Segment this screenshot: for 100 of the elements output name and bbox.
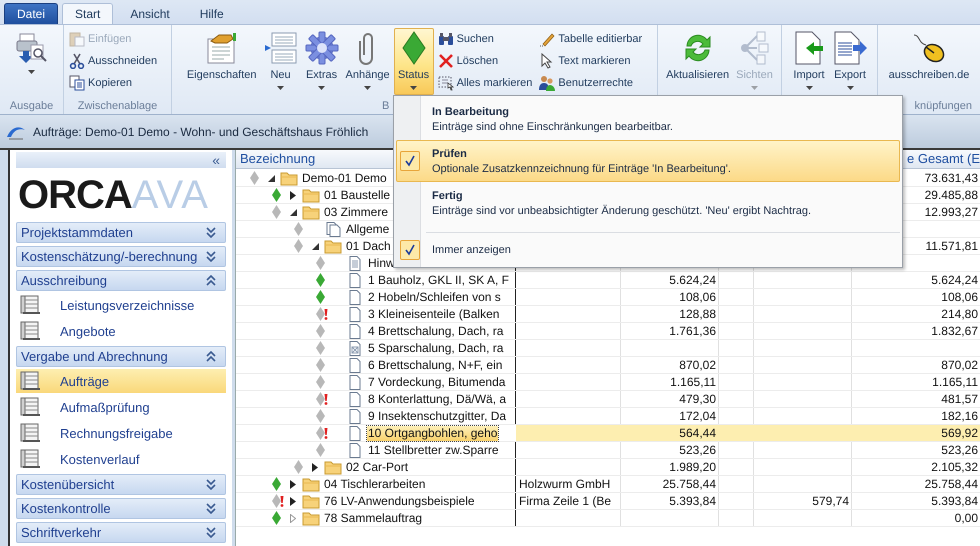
navigation-item[interactable]: Leistungsverzeichnisse xyxy=(16,293,226,317)
table-row[interactable]: 10 Ortgangbohlen, geho 564,44 569,92 xyxy=(236,425,980,442)
print-preview-icon xyxy=(14,31,48,65)
expanded-arrow-icon[interactable] xyxy=(312,242,318,250)
option-title: Prüfen xyxy=(432,148,468,160)
table-row[interactable]: 1 Bauholz, GKL II, SK A, F 5.624,24 5.624,24 xyxy=(236,272,980,289)
collapse-icon[interactable] xyxy=(206,275,216,286)
section-header[interactable]: Kostenkontrolle xyxy=(16,498,226,519)
ribbon-tab[interactable]: Ansicht xyxy=(117,3,183,24)
table-cell: 1.761,36 xyxy=(669,324,716,338)
navigation-item[interactable]: Kostenverlauf xyxy=(16,447,226,471)
ribbon-button[interactable]: Aktualisieren xyxy=(663,28,732,95)
file-tab[interactable]: Datei xyxy=(4,3,58,24)
navigation-item[interactable]: Aufträge xyxy=(16,369,226,393)
item-label: Kostenverlauf xyxy=(60,452,140,466)
navigation-item[interactable]: Aufmaßprüfung xyxy=(16,395,226,419)
empty-arrow-icon[interactable] xyxy=(290,514,296,522)
expand-icon[interactable] xyxy=(206,503,216,514)
column-header[interactable]: e Gesamt (E xyxy=(907,151,980,167)
table-cell: 182,16 xyxy=(941,409,978,423)
table-cell: 523,26 xyxy=(941,443,978,457)
table-cell: 108,06 xyxy=(941,290,978,304)
item-label: Rechnungsfreigabe xyxy=(60,426,173,440)
expand-icon[interactable] xyxy=(206,527,216,538)
ribbon-button[interactable]: Kopieren xyxy=(69,72,158,94)
list-icon xyxy=(20,449,40,469)
expand-icon[interactable] xyxy=(206,227,216,238)
ribbon-button[interactable]: Status xyxy=(394,28,434,95)
ribbon-button[interactable]: ausschreiben.de xyxy=(886,28,972,95)
table-cell: Firma Zeile 1 (Be xyxy=(519,494,612,508)
tree-node-label: Demo-01 Demo xyxy=(301,170,388,186)
table-row[interactable]: 3 Kleineisenteile (Balken 128,88 214,80 xyxy=(236,306,980,323)
table-row[interactable]: 4 Brettschalung, Dach, ra 1.761,36 1.832,67 xyxy=(236,323,980,340)
section-header[interactable]: Projektstammdaten xyxy=(16,222,226,243)
collapse-icon[interactable] xyxy=(206,351,216,362)
expand-icon[interactable] xyxy=(206,479,216,490)
folder-icon xyxy=(302,476,320,492)
table-row[interactable]: 78 Sammelauftrag 0,00 xyxy=(236,510,980,527)
table-cell: 569,92 xyxy=(941,426,978,440)
navigation-item[interactable]: Angebote xyxy=(16,319,226,343)
navigation-item[interactable]: Rechnungsfreigabe xyxy=(16,421,226,445)
section-header[interactable]: Kostenschätzung/-berechnung xyxy=(16,246,226,267)
menu-item[interactable]: Fertig Einträge sind vor unbeabsichtigter Änderung geschützt. 'Neu' ergibt Nachtrag. xyxy=(396,182,900,224)
collapse-button[interactable]: « xyxy=(212,153,220,167)
list-icon xyxy=(20,371,40,391)
ribbon-button[interactable]: Alles markieren xyxy=(438,72,532,94)
table-row[interactable]: 6 Brettschalung, N+F, ein 870,02 870,02 xyxy=(236,357,980,374)
ribbon-button[interactable]: Text markieren xyxy=(539,50,642,72)
pencil-icon xyxy=(539,31,556,47)
section-header[interactable]: Kostenübersicht xyxy=(16,474,226,495)
table-row[interactable]: 2 Hobeln/Schleifen von s 108,06 108,06 xyxy=(236,289,980,306)
table-row[interactable]: 02 Car-Port 1.989,20 2.105,32 xyxy=(236,459,980,476)
copy-icon xyxy=(69,75,85,91)
table-row[interactable]: 11 Stellbretter zw.Sparre 523,26 523,26 xyxy=(236,442,980,459)
menu-item[interactable]: In Bearbeitung Einträge sind ohne Einschränkungen bearbeitbar. xyxy=(396,98,900,140)
collapsed-arrow-icon[interactable] xyxy=(290,190,296,200)
ribbon-button[interactable]: Eigenschaften xyxy=(184,28,260,95)
table-row[interactable]: 9 Insektenschutzgitter, Da 172,04 182,16 xyxy=(236,408,980,425)
list-icon xyxy=(20,295,40,315)
expanded-arrow-icon[interactable] xyxy=(290,208,296,216)
tree-node-label: 6 Brettschalung, N+F, ein xyxy=(367,358,504,372)
collapsed-arrow-icon[interactable] xyxy=(312,462,318,472)
ribbon-button[interactable]: Löschen xyxy=(438,50,532,72)
tree-node-label: 7 Vordeckung, Bitumenda xyxy=(367,374,506,390)
table-row[interactable]: 76 LV-Anwendungsbeispiele Firma Zeile 1 (Be 5.393,84 579,74 5.393,84 xyxy=(236,493,980,510)
ribbon-tab[interactable]: Hilfe xyxy=(186,3,237,24)
table-cell: 108,06 xyxy=(679,290,716,304)
ribbon-button[interactable]: Extras xyxy=(302,28,342,95)
section-header[interactable]: Vergabe und Abrechnung xyxy=(16,346,226,367)
section-header[interactable]: Schriftverkehr xyxy=(16,522,226,543)
users-icon xyxy=(539,75,556,91)
menu-item[interactable]: Prüfen Optionale Zusatzkennzeichnung für Einträge 'In Bearbeitung'. xyxy=(396,140,900,182)
expanded-arrow-icon[interactable] xyxy=(268,174,274,182)
list-icon xyxy=(20,397,40,417)
ribbon-button[interactable]: Suchen xyxy=(438,28,532,50)
ribbon-button[interactable]: Tabelle editierbar xyxy=(539,28,642,50)
section-header[interactable]: Ausschreibung xyxy=(16,270,226,291)
ribbon-button[interactable]: Export xyxy=(830,28,870,95)
ribbon-button[interactable]: Anhänge xyxy=(342,28,393,95)
ribbon-button[interactable]: Neu xyxy=(260,28,301,95)
ribbon-button[interactable]: Benutzerrechte xyxy=(539,72,642,94)
table-row[interactable]: 8 Konterlattung, Dä/Wä, a 479,30 481,57 xyxy=(236,391,980,408)
folder-icon xyxy=(302,188,320,202)
ribbon-tab[interactable]: Start xyxy=(62,3,114,24)
ribbon-button[interactable]: Ausschneiden xyxy=(69,50,158,72)
ribbon-button[interactable]: Import xyxy=(789,28,829,95)
collapsed-arrow-icon[interactable] xyxy=(290,480,296,488)
collapsed-arrow-icon[interactable] xyxy=(290,496,296,506)
expand-icon[interactable] xyxy=(206,251,216,262)
table-cell: 25.758,44 xyxy=(924,477,978,491)
table-cell: 11.571,81 xyxy=(926,239,978,253)
section-title: Kostenschätzung/-berechnung xyxy=(21,249,198,264)
gear-icon xyxy=(304,31,339,65)
table-row[interactable]: 5 Sparschalung, Dach, ra xyxy=(236,340,980,357)
option-description: Optionale Zusatzkennzeichnung für Einträge 'In Bearbeitung'. xyxy=(432,162,731,174)
table-cell: 479,30 xyxy=(679,392,716,406)
item-label: Aufmaßprüfung xyxy=(60,400,150,414)
table-row[interactable]: 04 Tischlerarbeiten Holzwurm GmbH 25.758,44 25.758,44 xyxy=(236,476,980,493)
table-row[interactable]: 7 Vordeckung, Bitumenda 1.165,11 1.165,11 xyxy=(236,374,980,391)
column-header[interactable]: Bezeichnung xyxy=(240,151,316,167)
